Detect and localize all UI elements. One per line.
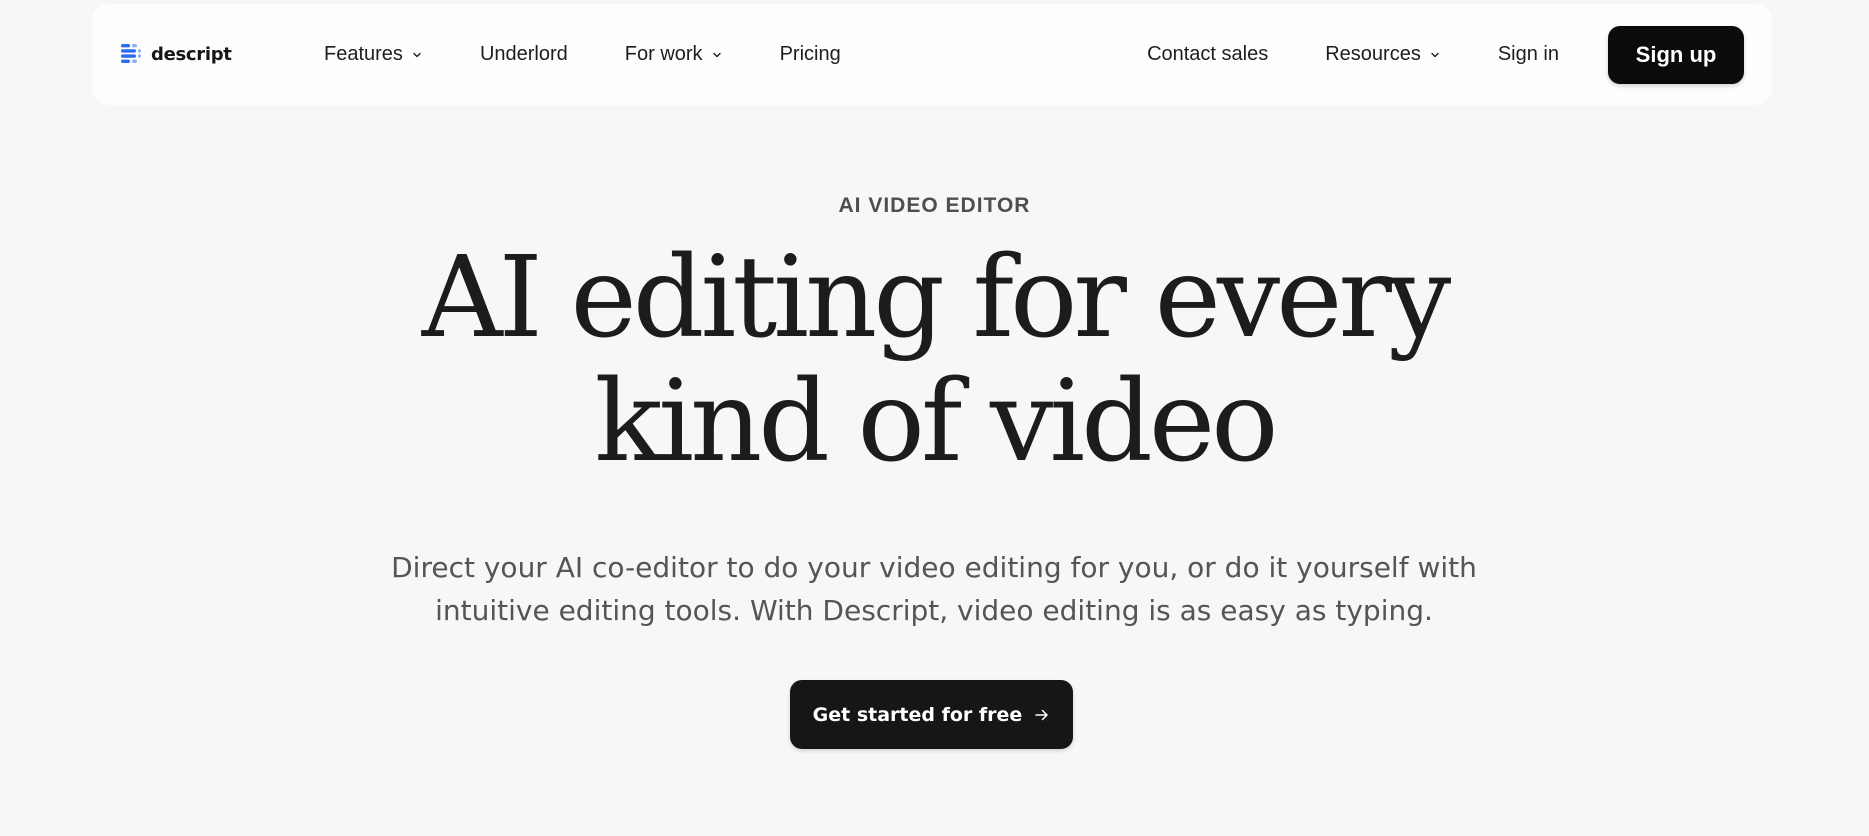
chevron-down-icon [413, 52, 421, 57]
nav-features[interactable]: Features [324, 43, 423, 66]
nav-resources-label: Resources [1325, 43, 1421, 65]
brand-name: descript [151, 43, 232, 65]
hero-subtitle-line-2: intuitive editing tools. With Descript, … [435, 594, 1433, 627]
sign-in-link[interactable]: Sign in [1498, 43, 1559, 66]
arrow-right-icon [1035, 709, 1049, 720]
primary-nav: Features Underlord For work Pricing [324, 4, 841, 105]
secondary-nav: Contact sales Resources Sign in Sign up [1147, 4, 1744, 105]
hero-eyebrow: AI VIDEO EDITOR [838, 194, 1031, 217]
nav-resources[interactable]: Resources [1325, 43, 1441, 66]
nav-contact-sales[interactable]: Contact sales [1147, 43, 1268, 66]
nav-pricing[interactable]: Pricing [780, 43, 841, 66]
nav-contact-sales-label: Contact sales [1147, 43, 1269, 65]
chevron-down-icon [712, 52, 721, 57]
descript-logo-icon [121, 44, 141, 63]
get-started-button[interactable]: Get started for free [790, 680, 1073, 749]
nav-underlord-label: Underlord [479, 43, 568, 65]
nav-for-work[interactable]: For work [625, 43, 723, 66]
brand-logo[interactable]: descript [119, 42, 232, 66]
sign-in-label: Sign in [1497, 43, 1559, 65]
nav-features-label: Features [324, 43, 403, 65]
nav-pricing-label: Pricing [779, 43, 841, 65]
nav-for-work-label: For work [624, 43, 703, 65]
hero-headline-line-1: AI editing for every [421, 233, 1451, 363]
hero-headline-line-2: kind of video [594, 357, 1278, 487]
hero-subtitle-line-1: Direct your AI co-editor to do your vide… [391, 551, 1477, 584]
hero-headline: AI editing for every kind of video [0, 236, 1869, 484]
nav-underlord[interactable]: Underlord [480, 43, 568, 66]
get-started-label: Get started for free [812, 703, 1023, 726]
top-navigation: descript Features Underlord For work Pri… [92, 4, 1772, 105]
chevron-down-icon [1431, 52, 1439, 57]
hero-subtitle: Direct your AI co-editor to do your vide… [384, 546, 1484, 632]
sign-up-button[interactable]: Sign up [1608, 25, 1744, 84]
